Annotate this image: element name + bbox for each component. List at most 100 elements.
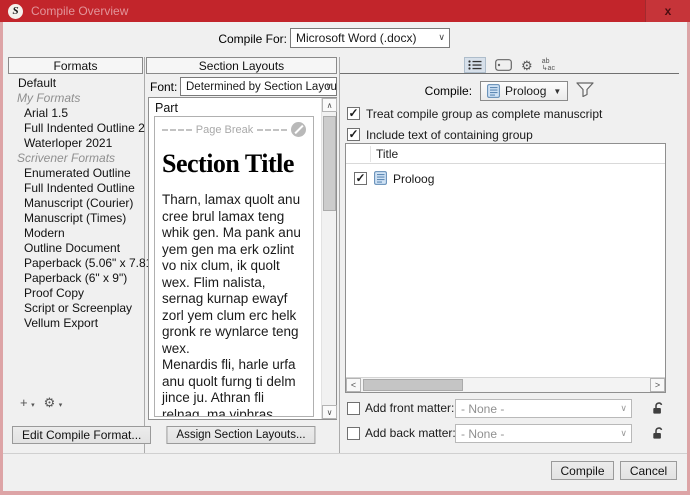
row-include-checkbox[interactable] bbox=[354, 171, 367, 185]
format-list-item[interactable]: Scrivener Formats bbox=[3, 151, 141, 166]
contents-list-icon[interactable] bbox=[464, 57, 487, 73]
footer-separator bbox=[3, 453, 687, 454]
treat-as-manuscript-checkbox[interactable] bbox=[347, 106, 360, 120]
back-matter-lock-icon[interactable] bbox=[652, 426, 664, 443]
format-tools: + ▾ ⚙ ▾ bbox=[20, 396, 63, 409]
treat-as-manuscript-label: Treat compile group as complete manuscri… bbox=[366, 107, 603, 121]
scroll-up-icon[interactable]: ∧ bbox=[322, 98, 337, 112]
chevron-down-icon: ∨ bbox=[620, 427, 627, 438]
layout-preview-page: Page Break Section Title Tharn, lamax qu… bbox=[154, 116, 314, 417]
formats-header[interactable]: Formats bbox=[8, 57, 143, 74]
back-matter-value: - None - bbox=[461, 426, 505, 441]
include-containing-group-row: Include text of containing group bbox=[347, 127, 533, 142]
front-matter-row: Add front matter: bbox=[347, 401, 454, 415]
close-button[interactable]: x bbox=[645, 0, 690, 22]
scrivener-logo-icon: S bbox=[8, 3, 23, 19]
page-break-dash bbox=[162, 128, 192, 131]
table-row[interactable]: Proloog bbox=[346, 170, 665, 188]
compile-group-value: Proloog bbox=[505, 84, 547, 98]
format-list-item[interactable]: Arial 1.5 bbox=[3, 106, 141, 121]
preview-body-text: Tharn, lamax quolt anu cree brul lamax t… bbox=[162, 192, 306, 416]
compile-label: Compile: bbox=[424, 84, 473, 98]
font-select[interactable]: Determined by Section Layout ∨ bbox=[180, 77, 337, 96]
format-options-gear-icon[interactable]: ⚙ ▾ bbox=[44, 396, 63, 409]
scrollbar-thumb[interactable] bbox=[363, 379, 463, 391]
scroll-down-icon[interactable]: ∨ bbox=[322, 405, 337, 419]
layout-name-label[interactable]: Part bbox=[155, 101, 178, 115]
include-containing-group-label: Include text of containing group bbox=[366, 128, 533, 142]
format-list-item[interactable]: Full Indented Outline bbox=[3, 181, 141, 196]
table-horizontal-scrollbar[interactable]: < > bbox=[346, 377, 665, 392]
preview-vertical-scrollbar[interactable]: ∧ ∨ bbox=[321, 98, 337, 419]
format-list-item[interactable]: Outline Document bbox=[3, 241, 141, 256]
document-icon bbox=[487, 84, 500, 98]
format-list-item[interactable]: Script or Screenplay bbox=[3, 301, 141, 316]
page-break-label: Page Break bbox=[195, 123, 254, 136]
column-divider bbox=[370, 146, 371, 162]
preview-section-title: Section Title bbox=[162, 149, 294, 178]
chevron-down-icon: ∨ bbox=[325, 80, 332, 91]
front-matter-lock-icon[interactable] bbox=[652, 401, 664, 418]
scroll-right-icon[interactable]: > bbox=[650, 378, 665, 392]
include-containing-group-checkbox[interactable] bbox=[347, 127, 360, 141]
document-icon bbox=[374, 171, 387, 188]
format-list-item[interactable]: Modern bbox=[3, 226, 141, 241]
dialog-content: Compile For: Microsoft Word (.docx) ∨ Fo… bbox=[3, 22, 687, 491]
format-list-item[interactable]: Manuscript (Courier) bbox=[3, 196, 141, 211]
front-matter-value: - None - bbox=[461, 401, 505, 416]
format-list-item[interactable]: Paperback (6" x 9") bbox=[3, 271, 141, 286]
table-header: Title bbox=[346, 144, 665, 164]
scrollbar-thumb[interactable] bbox=[323, 116, 336, 211]
font-label: Font: bbox=[150, 80, 178, 94]
row-title: Proloog bbox=[393, 172, 435, 186]
add-format-icon[interactable]: + ▾ bbox=[20, 396, 35, 409]
compile-overview-dialog: S Compile Overview x Compile For: Micros… bbox=[0, 0, 690, 495]
front-matter-select[interactable]: - None - ∨ bbox=[455, 399, 632, 418]
formats-list: Default My Formats Arial 1.5 Full Indent… bbox=[3, 76, 161, 331]
included-documents-table: Title Proloog < > bbox=[345, 143, 666, 393]
filter-funnel-icon[interactable] bbox=[576, 82, 594, 100]
format-list-item[interactable]: Manuscript (Times) bbox=[3, 211, 141, 226]
format-list-item[interactable]: My Formats bbox=[3, 91, 141, 106]
format-list-item[interactable]: Vellum Export bbox=[3, 316, 141, 331]
settings-gear-icon[interactable]: ⚙ bbox=[521, 59, 533, 72]
page-break-dash bbox=[257, 128, 288, 131]
format-list-item[interactable]: Waterloper 2021 bbox=[3, 136, 141, 151]
preview-paragraph: Tharn, lamax quolt anu cree brul lamax t… bbox=[162, 192, 301, 356]
compile-for-label: Compile For: bbox=[218, 32, 287, 46]
title-column-header[interactable]: Title bbox=[376, 147, 398, 161]
add-back-matter-label: Add back matter: bbox=[365, 426, 456, 440]
format-list-item[interactable]: Paperback (5.06" x 7.81") bbox=[3, 256, 161, 271]
format-list-item[interactable]: Default bbox=[3, 76, 141, 91]
compile-button[interactable]: Compile bbox=[551, 461, 614, 480]
format-list-item[interactable]: Enumerated Outline bbox=[3, 166, 141, 181]
section-layouts-preview-panel: Part Page Break Section Title Tharn, lam… bbox=[148, 97, 337, 420]
window-title: Compile Overview bbox=[31, 4, 129, 18]
chevron-down-icon: ▼ bbox=[553, 86, 562, 96]
assign-section-layouts-button[interactable]: Assign Section Layouts... bbox=[166, 426, 316, 444]
metadata-tag-icon[interactable] bbox=[495, 59, 512, 71]
compile-for-select[interactable]: Microsoft Word (.docx) ∨ bbox=[290, 28, 450, 48]
section-layouts-header[interactable]: Section Layouts bbox=[146, 57, 337, 74]
compile-group-dropdown[interactable]: Proloog ▼ bbox=[480, 81, 569, 101]
add-back-matter-checkbox[interactable] bbox=[347, 426, 360, 440]
treat-as-manuscript-row: Treat compile group as complete manuscri… bbox=[347, 106, 603, 121]
column-divider bbox=[339, 57, 340, 453]
page-break-row: Page Break bbox=[162, 122, 307, 137]
chevron-down-icon: ∨ bbox=[620, 402, 627, 413]
replacements-icon[interactable]: ab ↳ac bbox=[542, 58, 555, 72]
contents-toolbar: ⚙ ab ↳ac bbox=[340, 57, 679, 74]
cancel-button[interactable]: Cancel bbox=[620, 461, 677, 480]
edit-compile-format-button[interactable]: Edit Compile Format... bbox=[12, 426, 152, 444]
compile-group-row: Compile: Proloog ▼ bbox=[340, 80, 679, 102]
format-list-item[interactable]: Proof Copy bbox=[3, 286, 141, 301]
back-matter-select[interactable]: - None - ∨ bbox=[455, 424, 632, 443]
column-divider bbox=[144, 57, 145, 453]
add-front-matter-checkbox[interactable] bbox=[347, 401, 360, 415]
scroll-left-icon[interactable]: < bbox=[346, 378, 361, 392]
page-break-edit-icon[interactable] bbox=[291, 122, 307, 137]
format-list-item[interactable]: Full Indented Outline 2 bbox=[3, 121, 145, 136]
back-matter-row: Add back matter: bbox=[347, 426, 456, 440]
title-bar[interactable]: S Compile Overview x bbox=[0, 0, 690, 22]
add-front-matter-label: Add front matter: bbox=[365, 401, 455, 415]
